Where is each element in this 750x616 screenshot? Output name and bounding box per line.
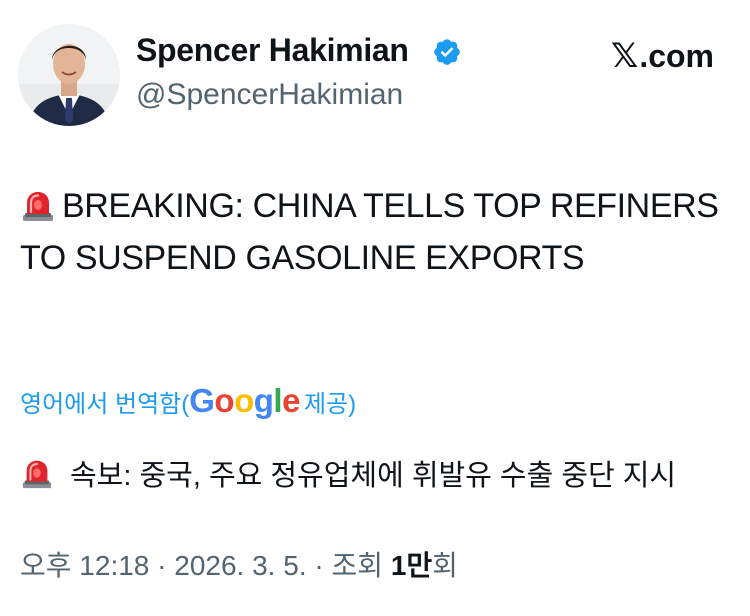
author-handle[interactable]: @SpencerHakimian [136,78,403,112]
separator: · [149,550,175,581]
x-logo-icon: 𝕏 [610,36,639,76]
avatar[interactable] [18,24,120,126]
x-brand[interactable]: 𝕏 .com [611,36,714,76]
translation-attribution[interactable]: 영어에서 번역함( Google 제공) [20,382,356,420]
provided-by-label: 제공) [303,391,357,418]
tweet-card: Spencer Hakimian @SpencerHakimian 𝕏 .com… [0,0,750,616]
tweet-date[interactable]: 2026. 3. 5. [174,550,306,581]
rotating-light-icon [22,460,52,489]
tweet-time[interactable]: 오후 12:18 [20,550,149,581]
views-label: 조회 [331,550,391,581]
views-count: 1만 [390,550,433,581]
separator: · [306,550,332,581]
translated-body: 속보: 중국, 주요 정유업체에 휘발유 수출 중단 지시 [70,460,677,492]
translated-from-label: 영어에서 번역함( [20,391,190,418]
rotating-light-icon [23,192,53,221]
tweet-metadata: 오후 12:18 · 2026. 3. 5. · 조회 1만회 [20,544,458,584]
tweet-body: BREAKING: CHINA TELLS TOP REFINERS TO SU… [20,187,719,277]
translated-tweet-text: 속보: 중국, 주요 정유업체에 휘발유 수출 중단 지시 [20,452,676,494]
author-display-name[interactable]: Spencer Hakimian [136,32,409,69]
avatar-photo [18,24,120,126]
views-unit: 회 [432,550,458,581]
google-logo: Google [189,382,300,419]
verified-badge-icon [434,39,460,65]
tweet-text: BREAKING: CHINA TELLS TOP REFINERS TO SU… [20,180,730,284]
brand-domain: .com [639,37,714,74]
